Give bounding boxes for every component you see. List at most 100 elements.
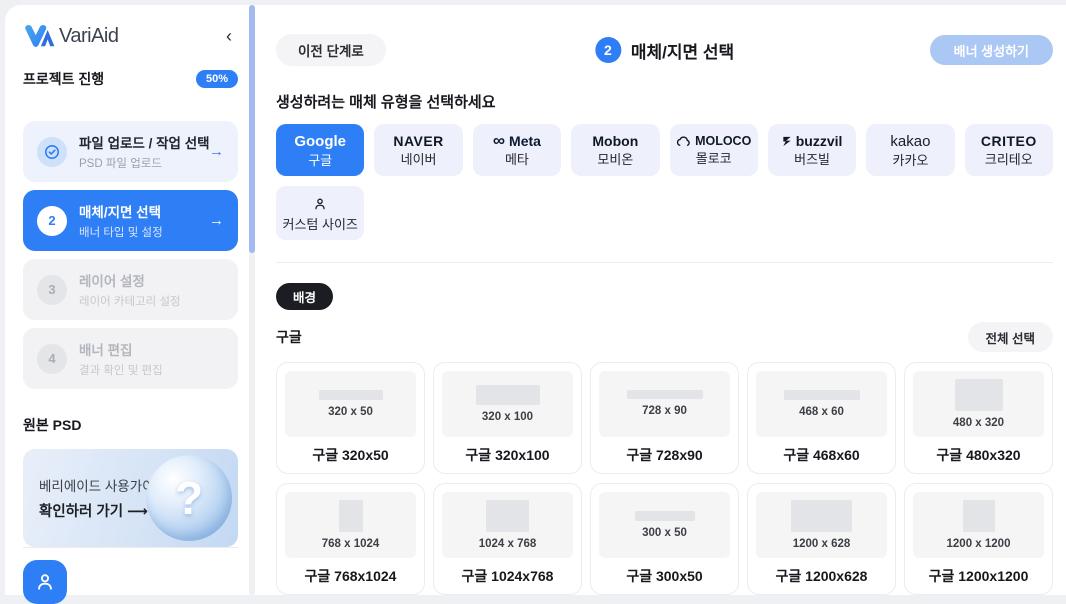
size-preview: 300 x 50: [599, 492, 730, 558]
size-preview: 480 x 320: [913, 371, 1044, 437]
sidebar: VariAid ‹ 프로젝트 진행 50% 파일 업로드 / 작업 선택 PSD…: [5, 5, 258, 595]
sidebar-step-media-select[interactable]: 2 매체/지면 선택 배너 타입 및 설정 →: [23, 190, 238, 251]
size-dimension: 468 x 60: [799, 407, 844, 419]
size-preview: 320 x 100: [442, 371, 573, 437]
sidebar-step-banner-edit[interactable]: 4 배너 편집 결과 확인 및 편집: [23, 328, 238, 389]
size-card-google-1200x628[interactable]: 1200 x 628 구글 1200x628: [747, 483, 896, 595]
size-card-google-768x1024[interactable]: 768 x 1024 구글 768x1024: [276, 483, 425, 595]
step-title: 파일 업로드 / 작업 선택: [79, 132, 197, 152]
question-mark-icon: ?: [146, 455, 232, 541]
size-dimension: 300 x 50: [642, 528, 687, 540]
google-logo: Google: [294, 134, 346, 149]
size-preview: 320 x 50: [285, 371, 416, 437]
progress-label: 프로젝트 진행: [23, 69, 104, 89]
size-shape: [627, 390, 703, 399]
size-label: 구글 1200x628: [756, 558, 887, 594]
size-label: 구글 768x1024: [285, 558, 416, 594]
progress-row: 프로젝트 진행 50%: [23, 69, 238, 89]
custom-size-icon: [312, 196, 328, 212]
size-card-google-1200x1200[interactable]: 1200 x 1200 구글 1200x1200: [904, 483, 1053, 595]
create-banner-button[interactable]: 배너 생성하기: [930, 35, 1053, 65]
logo-text: VariAid: [59, 25, 119, 48]
size-shape: [339, 500, 363, 532]
user-icon: [34, 571, 56, 593]
step-number: 4: [37, 344, 67, 374]
size-preview: 468 x 60: [756, 371, 887, 437]
previous-step-button[interactable]: 이전 단계로: [276, 34, 386, 66]
step-check-icon: [37, 137, 67, 167]
size-card-google-300x50[interactable]: 300 x 50 구글 300x50: [590, 483, 739, 595]
media-option-label: 버즈빌: [794, 153, 830, 166]
size-label: 구글 300x50: [599, 558, 730, 594]
size-label: 구글 480x320: [913, 437, 1044, 473]
media-option-label: 구글: [308, 154, 332, 167]
moloco-logo: MOLOCO: [676, 135, 751, 148]
step-title: 매체/지면 선택: [79, 201, 197, 221]
size-card-google-320x50[interactable]: 320 x 50 구글 320x50: [276, 362, 425, 474]
media-option-buzzvil[interactable]: buzzvil 버즈빌: [768, 124, 856, 176]
media-option-naver[interactable]: NAVER 네이버: [374, 124, 462, 176]
media-option-kakao[interactable]: kakao 카카오: [866, 124, 954, 176]
size-preview: 768 x 1024: [285, 492, 416, 558]
meta-logo: ∞ Meta: [493, 134, 541, 148]
size-shape: [319, 390, 383, 400]
size-dimension: 320 x 100: [482, 412, 533, 424]
page-title: 매체/지면 선택: [631, 38, 734, 63]
main-content: 이전 단계로 2 매체/지면 선택 배너 생성하기 생성하려는 매체 유형을 선…: [258, 5, 1066, 595]
arrow-right-icon: →: [209, 143, 224, 160]
media-type-heading: 생성하려는 매체 유형을 선택하세요: [276, 91, 1053, 112]
sidebar-step-layer-settings[interactable]: 3 레이어 설정 레이어 카테고리 설정: [23, 259, 238, 320]
media-option-custom-size[interactable]: 커스텀 사이즈: [276, 186, 364, 240]
size-shape: [963, 500, 995, 532]
media-option-label: 모비온: [597, 153, 633, 166]
variaid-logo-icon: [23, 23, 57, 49]
size-preview: 1200 x 628: [756, 492, 887, 558]
media-option-label: 카카오: [892, 154, 928, 167]
media-option-moloco[interactable]: MOLOCO 몰로코: [670, 124, 758, 176]
naver-logo: NAVER: [393, 134, 443, 148]
sidebar-collapse-icon[interactable]: ‹: [220, 25, 238, 47]
media-option-google[interactable]: Google 구글: [276, 124, 364, 176]
sidebar-footer: [23, 547, 238, 604]
size-card-google-320x100[interactable]: 320 x 100 구글 320x100: [433, 362, 582, 474]
user-guide-banner[interactable]: 베리에이드 사용가이드 확인하러 가기 ⟶ ?: [23, 449, 238, 547]
size-dimension: 1200 x 628: [793, 539, 851, 551]
buzzvil-logo: buzzvil: [782, 134, 843, 148]
section-divider: [276, 262, 1053, 263]
profile-button[interactable]: [23, 560, 67, 604]
size-dimension: 480 x 320: [953, 418, 1004, 430]
select-all-button[interactable]: 전체 선택: [968, 322, 1053, 352]
sidebar-step-file-upload[interactable]: 파일 업로드 / 작업 선택 PSD 파일 업로드 →: [23, 121, 238, 182]
size-label: 구글 468x60: [756, 437, 887, 473]
size-dimension: 768 x 1024: [322, 539, 380, 551]
size-shape: [486, 500, 529, 532]
moloco-cloud-icon: [676, 136, 691, 147]
size-card-google-468x60[interactable]: 468 x 60 구글 468x60: [747, 362, 896, 474]
size-group-header: 구글 전체 선택: [276, 322, 1053, 352]
step-subtitle: 결과 확인 및 편집: [79, 362, 224, 378]
media-option-label: 메타: [505, 153, 529, 166]
mobon-logo: Mobon: [592, 134, 638, 148]
sidebar-scrollbar-thumb[interactable]: [249, 5, 255, 253]
original-psd-label: 원본 PSD: [23, 415, 238, 435]
size-shape: [635, 511, 695, 521]
size-cards-grid: 320 x 50 구글 320x50 320 x 100 구글 320x100 …: [276, 362, 1053, 595]
media-option-label: 몰로코: [696, 152, 732, 165]
size-label: 구글 1200x1200: [913, 558, 1044, 594]
arrow-right-icon: →: [209, 212, 224, 229]
size-dimension: 320 x 50: [328, 407, 373, 419]
size-card-google-1024x768[interactable]: 1024 x 768 구글 1024x768: [433, 483, 582, 595]
step-title: 배너 편집: [79, 339, 224, 359]
step-title: 레이어 설정: [79, 270, 224, 290]
media-option-criteo[interactable]: CRITEO 크리테오: [965, 124, 1053, 176]
size-card-google-728x90[interactable]: 728 x 90 구글 728x90: [590, 362, 739, 474]
media-type-grid: Google 구글 NAVER 네이버 ∞ Meta 메타 Mobon 모비온: [276, 124, 1053, 240]
media-option-meta[interactable]: ∞ Meta 메타: [473, 124, 561, 176]
size-preview: 728 x 90: [599, 371, 730, 437]
background-filter-pill[interactable]: 배경: [276, 283, 333, 310]
size-card-google-480x320[interactable]: 480 x 320 구글 480x320: [904, 362, 1053, 474]
media-option-mobon[interactable]: Mobon 모비온: [571, 124, 659, 176]
progress-badge: 50%: [196, 70, 238, 88]
media-option-label: 크리테오: [985, 153, 1033, 166]
size-shape: [784, 390, 860, 400]
